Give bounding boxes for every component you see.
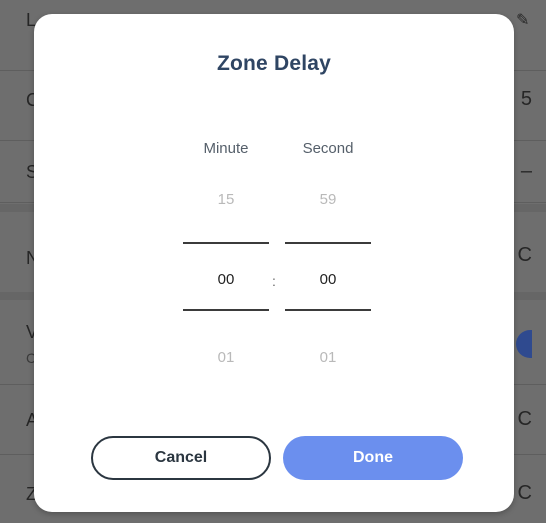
minute-option-below[interactable]: 01	[183, 349, 269, 366]
pencil-icon: ✎	[516, 12, 530, 29]
second-picker-top-line	[285, 242, 371, 244]
chevron-right-icon-2: C	[517, 408, 532, 430]
zone-delay-dialog: Zone Delay Minute Second 15 00 01 : 59 0…	[34, 14, 514, 512]
second-option-above[interactable]: 59	[285, 191, 371, 208]
second-option-below[interactable]: 01	[285, 349, 371, 366]
chevron-right-icon: C	[517, 244, 532, 266]
bg-row-3-value: –	[520, 160, 532, 182]
minute-selected-value[interactable]: 00	[183, 271, 269, 288]
chevron-right-icon-3: C	[517, 482, 532, 504]
minute-option-above[interactable]: 15	[183, 191, 269, 208]
second-picker-bottom-line	[285, 309, 371, 311]
minute-column-label: Minute	[203, 140, 249, 157]
screen: L ✎ C 5 S – N C V C A C Z C Zone Delay M…	[0, 0, 546, 523]
done-button[interactable]: Done	[283, 436, 463, 480]
second-selected-value[interactable]: 00	[285, 271, 371, 288]
minute-picker-bottom-line	[183, 309, 269, 311]
minute-picker-top-line	[183, 242, 269, 244]
bg-row-2-value: 5	[520, 88, 532, 110]
cancel-button[interactable]: Cancel	[91, 436, 271, 480]
second-column-label: Second	[302, 140, 354, 157]
time-separator: :	[272, 273, 276, 289]
dialog-title: Zone Delay	[216, 52, 332, 75]
